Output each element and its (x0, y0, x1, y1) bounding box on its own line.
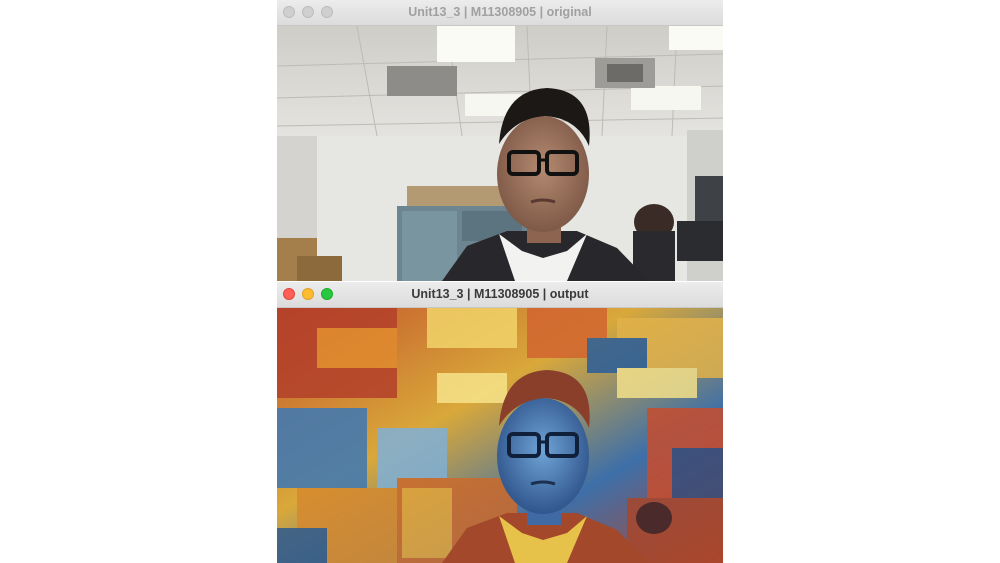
original-titlebar[interactable]: Unit13_3 | M11308905 | original (277, 0, 723, 26)
output-window[interactable]: Unit13_3 | M11308905 | output (277, 282, 723, 563)
original-window[interactable]: Unit13_3 | M11308905 | original (277, 0, 723, 281)
output-window-title: Unit13_3 | M11308905 | output (411, 287, 589, 301)
output-image (277, 308, 723, 563)
output-titlebar[interactable]: Unit13_3 | M11308905 | output (277, 282, 723, 308)
output-stylized-frame (277, 308, 723, 563)
original-camera-frame (277, 26, 723, 281)
original-window-title: Unit13_3 | M11308905 | original (408, 5, 592, 19)
original-image (277, 26, 723, 281)
